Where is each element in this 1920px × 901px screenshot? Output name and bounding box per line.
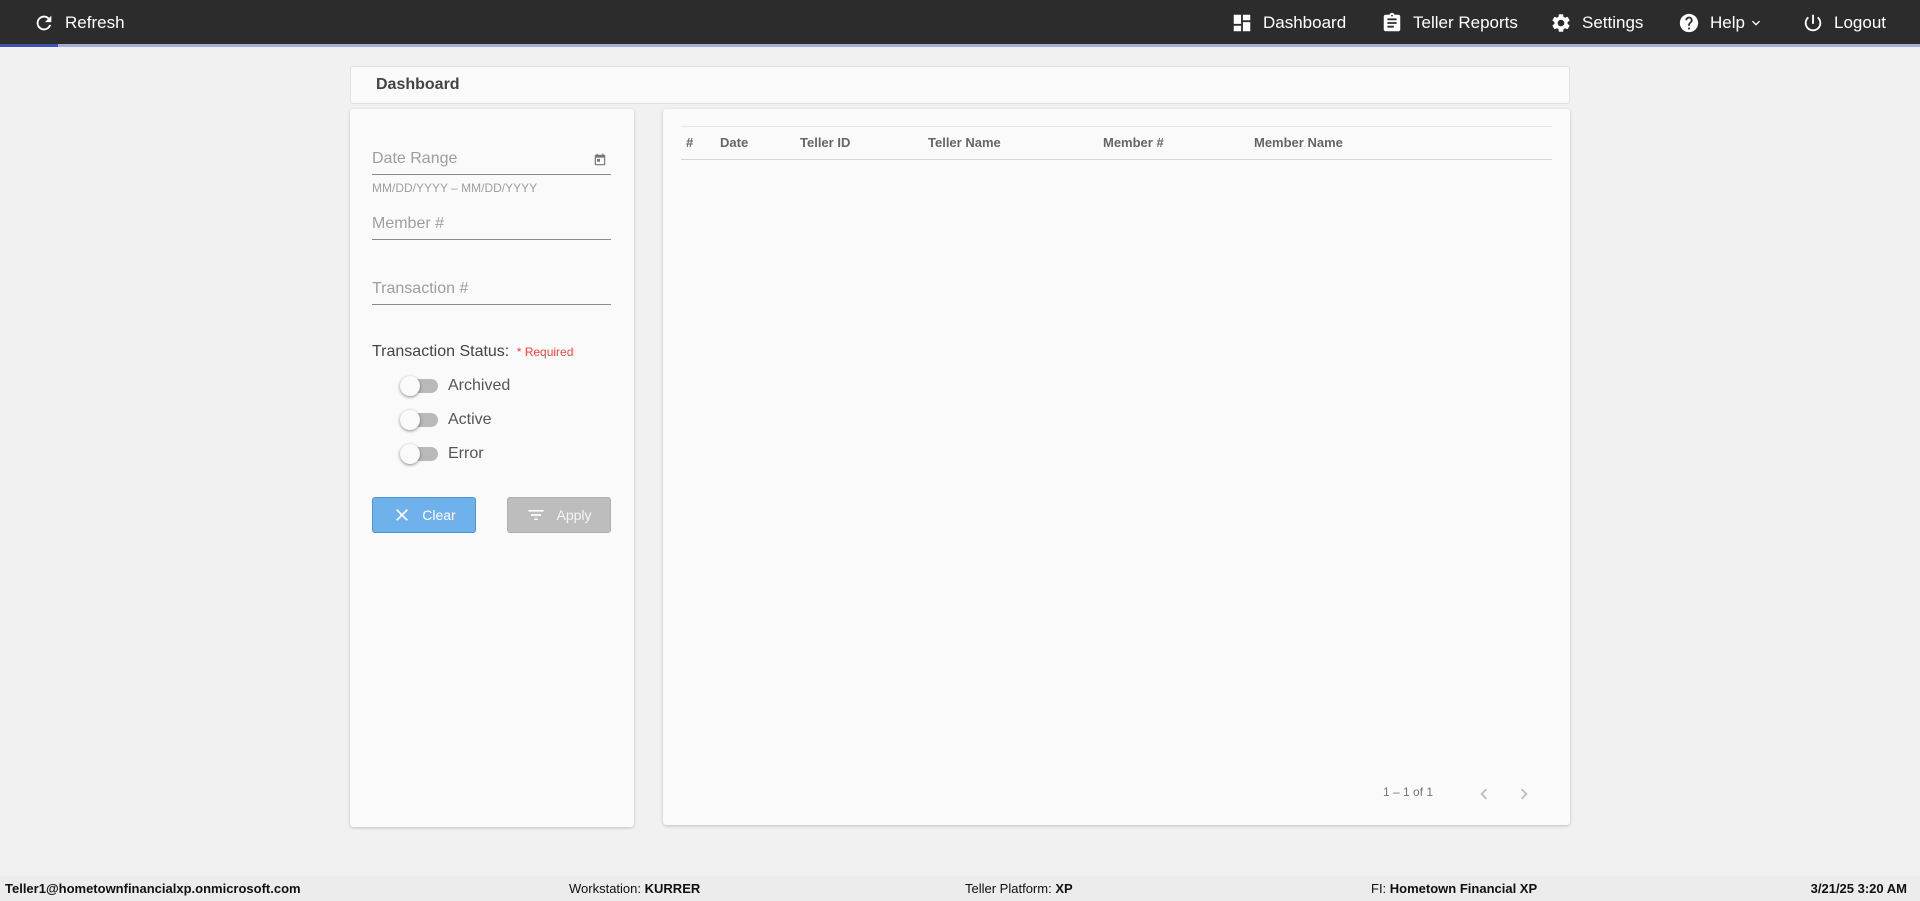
date-range-field[interactable]: Date Range MM/DD/YYYY – MM/DD/YYYY	[372, 147, 611, 195]
page-title: Dashboard	[350, 66, 1570, 104]
switch-knob	[400, 410, 420, 430]
loading-progress-fill	[0, 44, 58, 47]
clear-button-label: Clear	[422, 507, 456, 523]
nav-logout-label: Logout	[1834, 12, 1886, 32]
footer-platform-value: XP	[1055, 881, 1073, 896]
nav-settings-label: Settings	[1582, 12, 1644, 32]
member-number-placeholder: Member #	[372, 215, 445, 232]
transaction-status-label: Transaction Status: * Required	[372, 343, 573, 361]
filter-panel: Date Range MM/DD/YYYY – MM/DD/YYYY Membe…	[350, 109, 634, 827]
footer-workstation: Workstation: KURRER	[569, 881, 700, 896]
transaction-status-text: Transaction Status:	[372, 343, 510, 360]
footer-user: Teller1@hometownfinancialxp.onmicrosoft.…	[5, 881, 301, 896]
table-header-row: # Date Teller ID Teller Name Member # Me…	[681, 126, 1552, 160]
column-header-member-name[interactable]: Member Name	[1254, 127, 1343, 159]
nav-dashboard-label: Dashboard	[1263, 12, 1347, 32]
toggle-active-label: Active	[448, 411, 492, 428]
column-header-teller-name[interactable]: Teller Name	[928, 127, 1001, 159]
calendar-icon[interactable]	[593, 153, 607, 167]
apply-button-label: Apply	[556, 507, 592, 523]
status-footer: Teller1@hometownfinancialxp.onmicrosoft.…	[0, 876, 1920, 901]
transaction-number-underline	[372, 304, 611, 305]
nav-teller-reports-label: Teller Reports	[1413, 12, 1518, 32]
member-number-underline	[372, 239, 611, 240]
nav-dashboard-button[interactable]: Dashboard	[1231, 0, 1346, 45]
switch-knob	[400, 444, 420, 464]
close-icon	[396, 509, 409, 521]
toggle-error[interactable]: Error	[400, 442, 484, 466]
paginator-range-label: 1 – 1 of 1	[1383, 785, 1434, 799]
column-header-teller-id[interactable]: Teller ID	[800, 127, 850, 159]
date-range-underline	[372, 174, 611, 175]
nav-help-menu[interactable]: Help	[1678, 0, 1764, 45]
previous-page-icon[interactable]	[1473, 783, 1495, 805]
toggle-active[interactable]: Active	[400, 408, 492, 432]
archived-switch[interactable]	[400, 376, 438, 396]
column-header-member-number[interactable]: Member #	[1103, 127, 1164, 159]
footer-fi: FI: Hometown Financial XP	[1371, 881, 1537, 896]
refresh-button[interactable]: Refresh	[33, 0, 125, 45]
footer-platform-label: Teller Platform:	[965, 881, 1052, 896]
required-indicator: * Required	[516, 345, 574, 359]
loading-progress-bar	[0, 44, 1920, 47]
toggle-error-label: Error	[448, 445, 484, 462]
transaction-number-input[interactable]: Transaction #	[372, 277, 611, 307]
switch-knob	[400, 376, 420, 396]
clear-button[interactable]: Clear	[372, 497, 476, 533]
footer-platform: Teller Platform: XP	[965, 881, 1073, 896]
date-range-hint: MM/DD/YYYY – MM/DD/YYYY	[372, 181, 538, 195]
apply-button[interactable]: Apply	[507, 497, 611, 533]
help-icon	[1679, 13, 1699, 32]
nav-logout-button[interactable]: Logout	[1802, 0, 1886, 45]
error-switch[interactable]	[400, 444, 438, 464]
footer-fi-value: Hometown Financial XP	[1389, 881, 1538, 896]
dashboard-icon	[1233, 14, 1251, 31]
clipboard-icon	[1383, 12, 1401, 31]
results-panel: # Date Teller ID Teller Name Member # Me…	[663, 109, 1570, 825]
filter-icon	[528, 510, 544, 520]
nav-help-label: Help	[1710, 12, 1745, 32]
footer-workstation-value: KURRER	[644, 881, 701, 896]
footer-fi-label: FI:	[1371, 881, 1387, 896]
footer-workstation-label: Workstation:	[569, 881, 642, 896]
top-navigation-bar: Refresh Dashboard Teller Reports Setting…	[0, 0, 1920, 47]
gear-icon	[1552, 13, 1570, 32]
column-header-number[interactable]: #	[686, 127, 693, 159]
toggle-archived[interactable]: Archived	[400, 374, 511, 398]
footer-datetime: 3/21/25 3:20 AM	[1810, 881, 1907, 896]
power-icon	[1804, 14, 1822, 31]
toggle-archived-label: Archived	[448, 377, 511, 394]
nav-settings-button[interactable]: Settings	[1550, 0, 1643, 45]
refresh-icon	[36, 15, 52, 30]
member-number-input[interactable]: Member #	[372, 212, 611, 242]
next-page-icon[interactable]	[1513, 783, 1535, 805]
column-header-date[interactable]: Date	[720, 127, 748, 159]
nav-teller-reports-button[interactable]: Teller Reports	[1381, 0, 1518, 45]
transaction-number-placeholder: Transaction #	[372, 280, 469, 297]
chevron-down-icon	[1751, 20, 1760, 26]
refresh-label: Refresh	[65, 12, 125, 32]
active-switch[interactable]	[400, 410, 438, 430]
date-range-placeholder: Date Range	[372, 150, 458, 167]
